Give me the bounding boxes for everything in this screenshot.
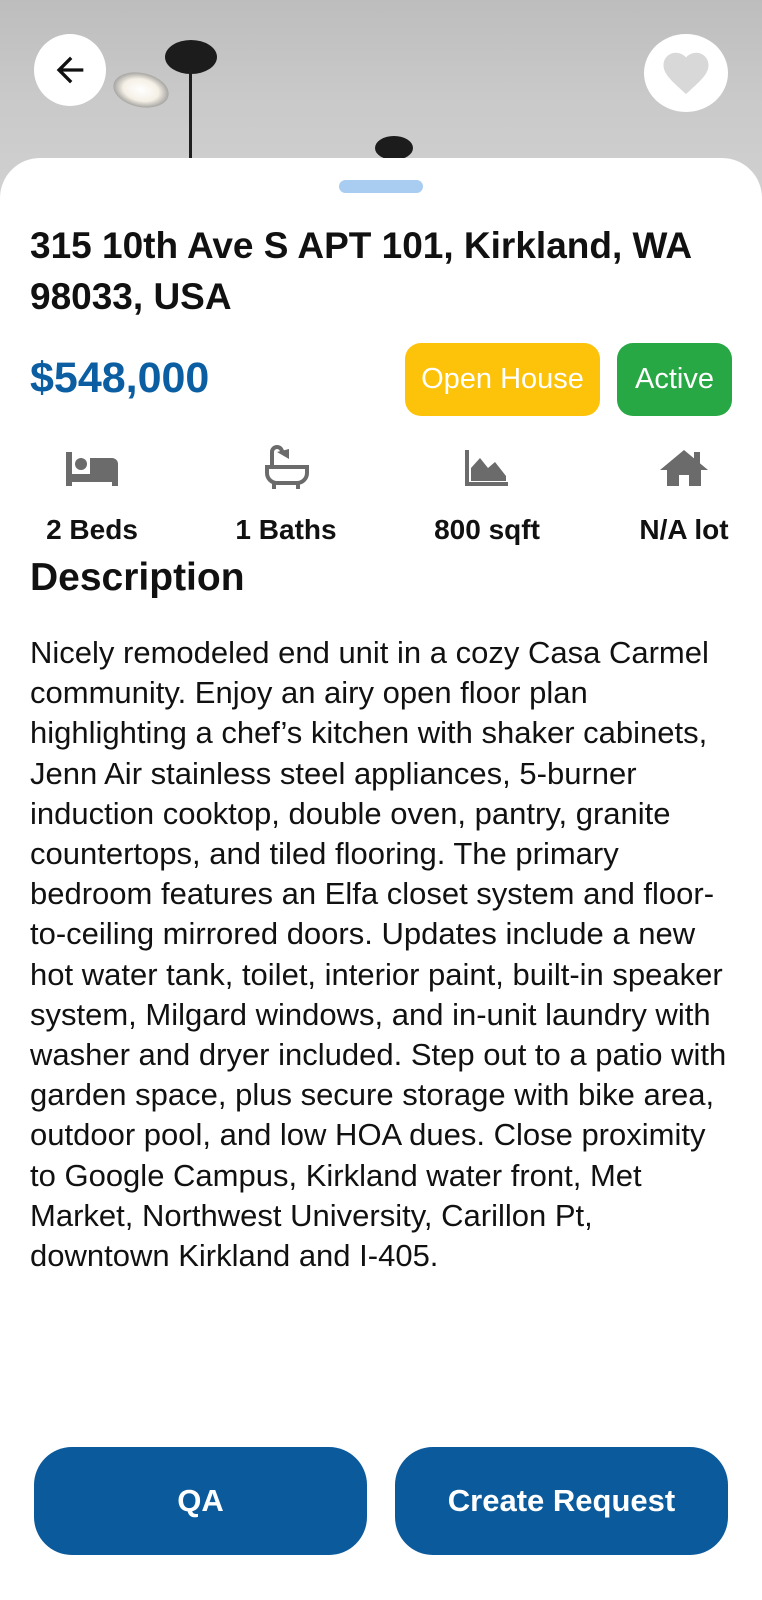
description-heading: Description: [30, 556, 245, 599]
drag-handle[interactable]: [339, 180, 423, 193]
home-icon: [660, 450, 708, 486]
baths-stat: 1 Baths: [206, 440, 366, 546]
beds-label: 2 Beds: [46, 514, 138, 545]
qa-button[interactable]: QA: [34, 1447, 367, 1555]
lot-stat: N/A lot: [604, 440, 762, 546]
bathtub-icon: [265, 445, 309, 489]
bed-icon: [66, 452, 118, 486]
heart-icon: [663, 52, 709, 95]
arrow-left-icon: [56, 56, 84, 84]
pendant-lamp-cap: [165, 40, 217, 74]
back-button[interactable]: [34, 34, 106, 106]
status-badge: Active: [617, 343, 732, 416]
lot-label: N/A lot: [639, 514, 729, 545]
open-house-badge: Open House: [405, 343, 600, 416]
sqft-label: 800 sqft: [434, 514, 540, 545]
sqft-stat: 800 sqft: [407, 440, 567, 546]
listing-detail-screen: 315 10th Ave S APT 101, Kirkland, WA 980…: [0, 0, 762, 1600]
create-request-button[interactable]: Create Request: [395, 1447, 728, 1555]
recessed-light: [110, 67, 172, 113]
beds-stat: 2 Beds: [12, 440, 172, 546]
baths-label: 1 Baths: [235, 514, 337, 545]
description-text: Nicely remodeled end unit in a cozy Casa…: [30, 635, 727, 1274]
listing-address: 315 10th Ave S APT 101, Kirkland, WA 980…: [30, 225, 691, 317]
pendant-lamp-rod: [189, 70, 192, 170]
pendant-lamp-cap-2: [375, 136, 413, 160]
listing-price: $548,000: [30, 354, 210, 402]
area-chart-icon: [465, 450, 508, 486]
favorite-button[interactable]: [644, 34, 728, 112]
details-sheet: 315 10th Ave S APT 101, Kirkland, WA 980…: [0, 158, 762, 1600]
